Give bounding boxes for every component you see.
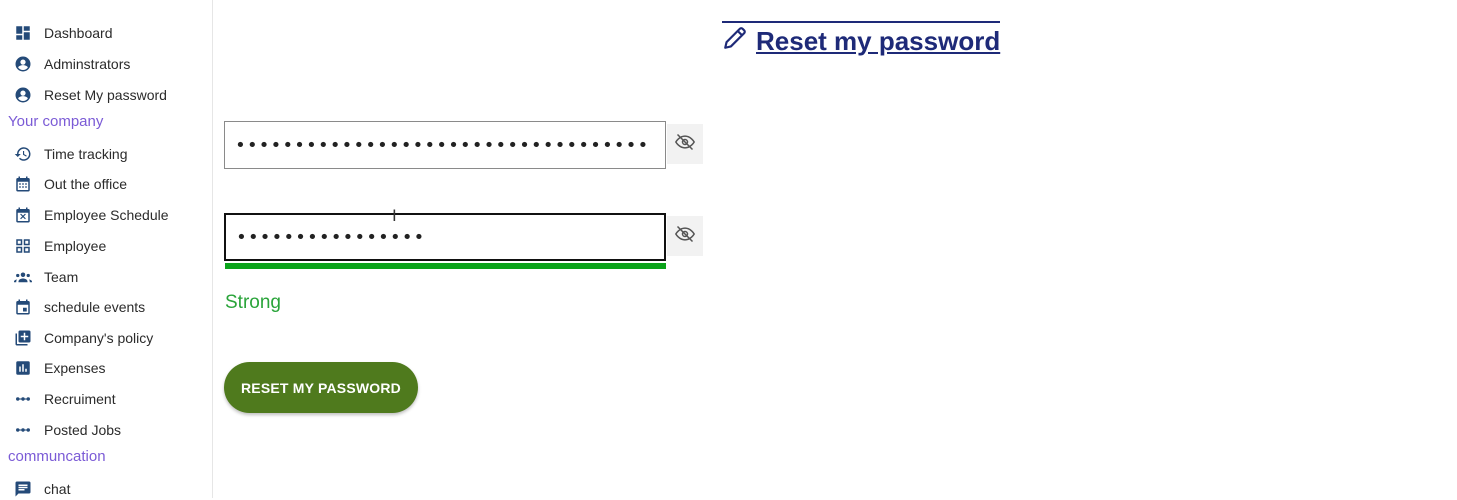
calendar-icon [14, 175, 32, 193]
sidebar-item-company-policy[interactable]: Company's policy [14, 327, 153, 349]
section-title-company: Your company [8, 113, 104, 130]
sidebar-item-label: Company's policy [44, 330, 154, 346]
event-icon [14, 298, 32, 316]
page-title-text: Reset my password [756, 25, 1001, 56]
dots-icon [14, 421, 32, 439]
reset-password-button[interactable]: RESET MY PASSWORD [224, 362, 418, 413]
text-cursor-icon: I [392, 206, 397, 225]
sidebar-item-recruitment[interactable]: Recruiment [14, 388, 116, 410]
sidebar-item-time-tracking[interactable]: Time tracking [14, 143, 128, 165]
toggle-confirm-visibility-button[interactable] [667, 216, 703, 256]
sidebar-item-label: chat [44, 481, 71, 497]
eye-off-icon [674, 132, 696, 157]
eye-off-icon [674, 224, 696, 249]
sidebar-item-label: Employee Schedule [44, 207, 169, 223]
chat-icon [14, 480, 32, 498]
sidebar-item-employee-schedule[interactable]: Employee Schedule [14, 204, 169, 226]
sidebar-item-administrators[interactable]: Adminstrators [14, 53, 130, 75]
sidebar-item-label: Employee [44, 238, 107, 254]
password-strength-bar [225, 263, 666, 269]
grid-icon [14, 237, 32, 255]
sidebar-item-employee[interactable]: Employee [14, 235, 106, 257]
calendar-x-icon [14, 206, 32, 224]
sidebar-item-label: Time tracking [44, 146, 128, 162]
password-strength-fill [225, 263, 666, 269]
sidebar-item-chat[interactable]: chat [14, 478, 70, 500]
sidebar-item-team[interactable]: Team [14, 266, 78, 288]
sidebar-item-expenses[interactable]: Expenses [14, 357, 105, 379]
page-title[interactable]: Reset my password [722, 21, 1001, 59]
user-circle-icon [14, 86, 32, 104]
dashboard-icon [14, 24, 32, 42]
confirm-password-field[interactable] [224, 213, 666, 261]
toggle-password-visibility-button[interactable] [667, 124, 703, 164]
sidebar-item-label: Reset My password [44, 87, 167, 103]
sidebar-item-label: Adminstrators [44, 56, 131, 72]
sidebar-item-label: Out the office [44, 176, 128, 192]
sidebar-item-label: schedule events [44, 299, 146, 315]
sidebar-item-out-office[interactable]: Out the office [14, 173, 127, 195]
user-circle-icon [14, 55, 32, 73]
sidebar-item-label: Team [44, 269, 79, 285]
sidebar-item-label: Posted Jobs [44, 422, 122, 438]
sidebar: Dashboard Adminstrators Reset My passwor… [0, 0, 213, 498]
sidebar-item-schedule-events[interactable]: schedule events [14, 296, 145, 318]
sidebar-item-label: Expenses [44, 360, 106, 376]
history-icon [14, 145, 32, 163]
library-add-icon [14, 329, 32, 347]
sidebar-item-label: Recruiment [44, 391, 116, 407]
password-strength-label: Strong [225, 292, 281, 313]
sidebar-item-label: Dashboard [44, 25, 113, 41]
bar-chart-icon [14, 359, 32, 377]
sidebar-item-dashboard[interactable]: Dashboard [14, 22, 113, 44]
new-password-field[interactable] [224, 121, 666, 169]
sidebar-item-reset-password[interactable]: Reset My password [14, 84, 167, 106]
sidebar-item-posted-jobs[interactable]: Posted Jobs [14, 419, 121, 441]
pencil-icon [722, 25, 756, 58]
group-icon [14, 268, 32, 286]
section-title-communication: communcation [8, 448, 106, 465]
dots-icon [14, 390, 32, 408]
